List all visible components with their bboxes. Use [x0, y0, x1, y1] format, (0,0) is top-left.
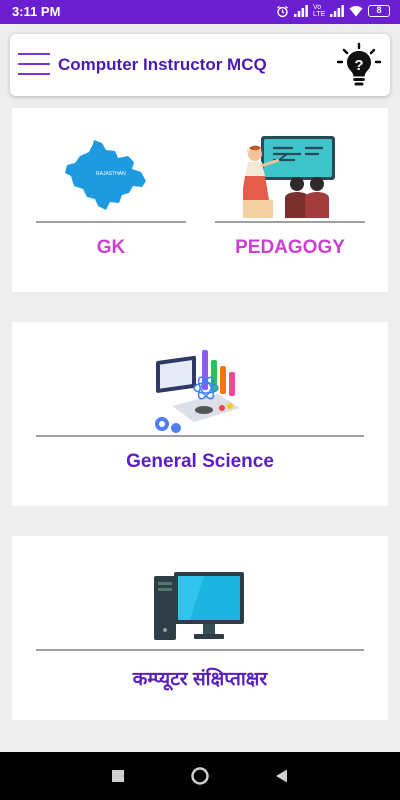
network-type-label: Vo LTE — [313, 4, 326, 18]
battery-icon: 8 — [368, 5, 390, 17]
signal-icon-2 — [330, 5, 344, 17]
category-card-pedagogy[interactable]: PEDAGOGY — [215, 108, 365, 292]
wifi-icon — [349, 6, 363, 17]
hamburger-menu-icon[interactable] — [18, 49, 52, 79]
back-icon[interactable] — [272, 766, 292, 786]
desktop-computer-icon — [154, 572, 244, 640]
computer-abbreviations-label: कम्प्यूटर संक्षिप्ताक्षर — [132, 669, 268, 690]
science-lab-icon — [155, 350, 240, 433]
pedagogy-label: PEDAGOGY — [235, 237, 345, 258]
home-icon[interactable] — [190, 766, 210, 786]
status-icons: Vo LTE 8 — [276, 4, 390, 18]
divider — [36, 649, 364, 651]
app-title: Computer Instructor MCQ — [58, 55, 267, 74]
system-nav-bar — [0, 752, 400, 800]
signal-icon-1 — [294, 5, 308, 17]
category-card-gk[interactable]: RAJASTHAN GK — [36, 108, 186, 292]
alarm-icon — [277, 5, 288, 17]
rajasthan-map-text: RAJASTHAN — [96, 171, 126, 177]
recent-apps-icon[interactable] — [108, 766, 128, 786]
divider — [36, 221, 186, 223]
divider — [36, 435, 364, 437]
teacher-classroom-icon — [243, 136, 335, 218]
gk-label: GK — [96, 237, 126, 258]
status-time: 3:11 PM — [12, 4, 61, 19]
status-bar: 3:11 PM Vo LTE 8 — [0, 0, 400, 24]
category-card-computer-abbreviations[interactable]: कम्प्यूटर संक्षिप्ताक्षर — [12, 536, 388, 720]
app-bar: Computer Instructor MCQ ? — [10, 34, 390, 96]
category-card-general-science[interactable]: General Science — [12, 322, 388, 506]
divider — [215, 221, 365, 223]
svg-text:?: ? — [354, 57, 363, 74]
category-row-1: RAJASTHAN GK PEDAGOGY — [12, 108, 388, 292]
lightbulb-idea-icon[interactable]: ? — [336, 42, 382, 88]
general-science-label: General Science — [126, 451, 274, 472]
